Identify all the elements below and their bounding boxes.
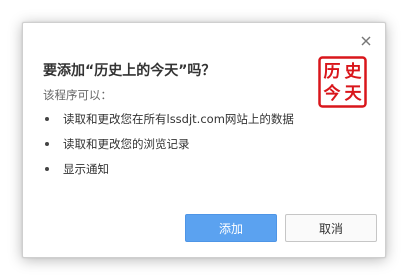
dialog-subtitle: 该程序可以： [43, 88, 112, 102]
extension-seal-icon: 史 历 天 今 [318, 56, 367, 108]
close-button[interactable] [359, 33, 373, 47]
permission-item: 显示通知 [43, 157, 313, 182]
permission-text: 显示通知 [63, 162, 109, 176]
permission-item: 读取和更改您的浏览记录 [43, 132, 313, 157]
close-icon [361, 36, 371, 46]
seal-char: 天 [345, 84, 363, 104]
dialog-title: 要添加“历史上的今天”吗？ [43, 63, 216, 79]
seal-char: 史 [345, 61, 363, 82]
permission-list: 读取和更改您在所有lssdjt.com网站上的数据 读取和更改您的浏览记录 显示… [43, 107, 313, 182]
seal-char: 历 [324, 62, 341, 82]
bullet-icon [45, 117, 49, 121]
seal-char: 今 [324, 83, 341, 104]
add-extension-dialog: 要添加“历史上的今天”吗？ 该程序可以： 读取和更改您在所有lssdjt.com… [22, 22, 386, 258]
permission-text: 读取和更改您的浏览记录 [63, 137, 190, 151]
bullet-icon [45, 167, 49, 171]
permission-item: 读取和更改您在所有lssdjt.com网站上的数据 [43, 107, 313, 132]
add-button[interactable]: 添加 [185, 214, 277, 242]
cancel-button[interactable]: 取消 [285, 214, 377, 242]
bullet-icon [45, 142, 49, 146]
permission-text: 读取和更改您在所有lssdjt.com网站上的数据 [63, 112, 294, 126]
